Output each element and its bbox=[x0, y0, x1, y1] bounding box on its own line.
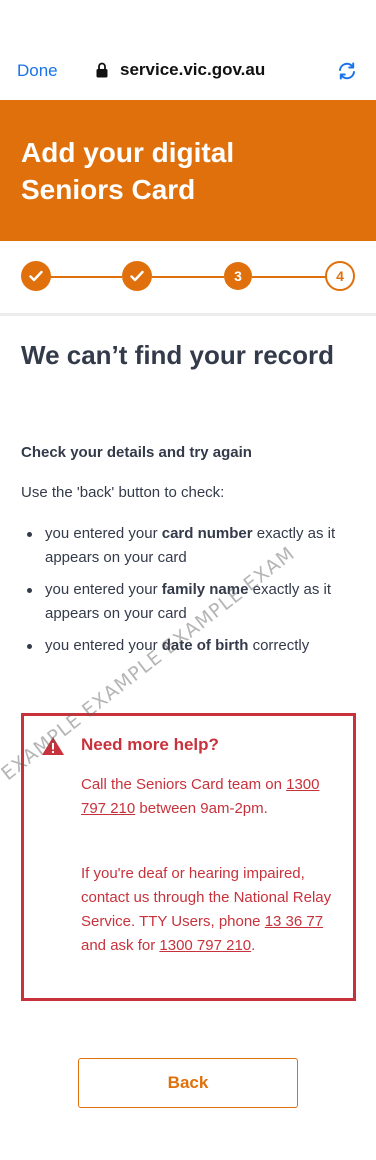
progress-connector bbox=[50, 276, 122, 278]
tty-phone-link[interactable]: 13 36 77 bbox=[265, 913, 323, 930]
divider bbox=[0, 313, 376, 316]
help-paragraph-relay: If you're deaf or hearing impaired, cont… bbox=[81, 865, 332, 954]
checkmark-icon bbox=[29, 270, 43, 282]
section-heading: Check your details and try again bbox=[21, 444, 252, 461]
url-text: service.vic.gov.au bbox=[120, 60, 266, 79]
check-list: you entered your card number exactly as … bbox=[21, 522, 361, 666]
intro-text: Use the 'back' button to check: bbox=[21, 484, 225, 501]
help-paragraph-phone: Call the Seniors Card team on 1300 797 2… bbox=[81, 776, 320, 817]
help-title: Need more help? bbox=[81, 735, 219, 754]
checkmark-icon bbox=[130, 270, 144, 282]
lock-icon bbox=[96, 62, 108, 78]
list-item: you entered your card number exactly as … bbox=[21, 522, 361, 570]
reload-icon[interactable] bbox=[336, 60, 358, 82]
step-4-upcoming: 4 bbox=[325, 261, 355, 291]
back-button[interactable]: Back bbox=[78, 1058, 298, 1108]
step-1-complete bbox=[21, 261, 51, 291]
page-title: We can’t find your record bbox=[21, 340, 335, 370]
list-item: you entered your family name exactly as … bbox=[21, 578, 361, 626]
page-header-title: Add your digital Seniors Card bbox=[21, 137, 235, 205]
progress-connector bbox=[252, 276, 326, 278]
phone-link[interactable]: 1300 797 210 bbox=[159, 937, 251, 954]
browser-bar: Done service.vic.gov.au bbox=[0, 0, 376, 100]
done-button[interactable]: Done bbox=[17, 61, 58, 81]
progress-connector bbox=[152, 276, 224, 278]
step-2-complete bbox=[122, 261, 152, 291]
warning-icon bbox=[42, 737, 64, 755]
step-3-current: 3 bbox=[224, 262, 252, 290]
list-item: you entered your date of birth correctly bbox=[21, 634, 361, 658]
progress-stepper bbox=[0, 241, 376, 313]
address-bar[interactable]: service.vic.gov.au bbox=[96, 60, 265, 80]
